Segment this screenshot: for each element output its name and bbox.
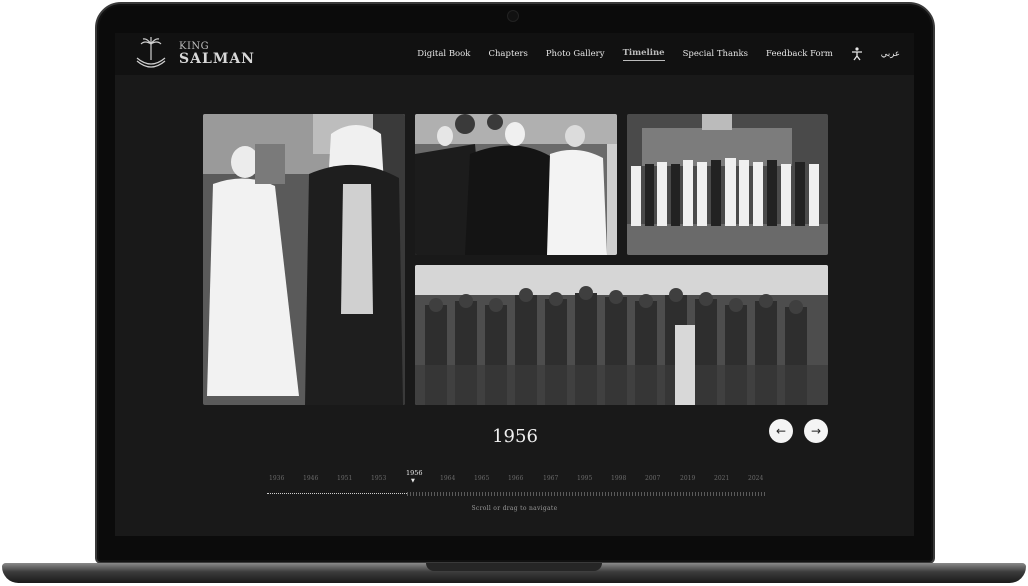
timeline-year-1967[interactable]: 1967 bbox=[543, 475, 558, 482]
timeline-year-1953[interactable]: 1953 bbox=[371, 475, 386, 482]
timeline-year-2007[interactable]: 2007 bbox=[645, 475, 660, 482]
gallery-photo-3[interactable] bbox=[627, 114, 828, 255]
photo-image bbox=[627, 114, 828, 255]
main-nav: Digital Book Chapters Photo Gallery Time… bbox=[417, 33, 900, 75]
timeline-year-2019[interactable]: 2019 bbox=[680, 475, 695, 482]
palm-swords-emblem-icon bbox=[136, 37, 166, 68]
site-logo[interactable]: KING SALMAN bbox=[131, 36, 255, 72]
logo-line-salman: SALMAN bbox=[179, 51, 255, 67]
timeline-year-1964[interactable]: 1964 bbox=[440, 475, 455, 482]
laptop-notch bbox=[426, 563, 602, 571]
timeline-hint: Scroll or drag to navigate bbox=[471, 505, 558, 512]
camera-icon bbox=[507, 10, 519, 22]
previous-button[interactable]: ← bbox=[769, 419, 793, 443]
timeline-year-1936[interactable]: 1936 bbox=[269, 475, 284, 482]
gallery-photo-1[interactable] bbox=[203, 114, 405, 405]
timeline-year-1995[interactable]: 1995 bbox=[577, 475, 592, 482]
timeline-year-1966[interactable]: 1966 bbox=[508, 475, 523, 482]
timeline-progress bbox=[267, 493, 407, 494]
language-toggle[interactable]: عربي bbox=[881, 49, 900, 59]
gallery-photo-4[interactable] bbox=[415, 265, 828, 405]
timeline-scrubber[interactable] bbox=[267, 492, 767, 496]
photo-image bbox=[203, 114, 405, 405]
arrow-right-icon: → bbox=[810, 424, 822, 438]
timeline-year-1965[interactable]: 1965 bbox=[474, 475, 489, 482]
photo-image bbox=[415, 265, 828, 405]
nav-photo-gallery[interactable]: Photo Gallery bbox=[546, 49, 605, 59]
nav-feedback-form[interactable]: Feedback Form bbox=[766, 49, 833, 59]
nav-timeline[interactable]: Timeline bbox=[622, 48, 665, 61]
timeline-year-1946[interactable]: 1946 bbox=[303, 475, 318, 482]
screen: KING SALMAN Digital Book Chapters Photo … bbox=[115, 33, 914, 536]
timeline-year-1951[interactable]: 1951 bbox=[337, 475, 352, 482]
timeline-year-1998[interactable]: 1998 bbox=[611, 475, 626, 482]
timeline-ticks bbox=[407, 492, 767, 496]
nav-chapters[interactable]: Chapters bbox=[488, 49, 527, 59]
timeline-year-2024[interactable]: 2024 bbox=[748, 475, 763, 482]
photo-image bbox=[415, 114, 617, 255]
arrow-left-icon: ← bbox=[775, 424, 787, 438]
timeline-year-list: 1936 1946 1951 1953 1964 1965 1966 1967 … bbox=[115, 475, 914, 487]
site-header: KING SALMAN Digital Book Chapters Photo … bbox=[115, 33, 914, 75]
gallery-photo-2[interactable] bbox=[415, 114, 617, 255]
accessibility-icon[interactable] bbox=[851, 47, 863, 61]
next-button[interactable]: → bbox=[804, 419, 828, 443]
gallery-year-heading: 1956 bbox=[492, 426, 538, 447]
nav-digital-book[interactable]: Digital Book bbox=[417, 49, 470, 59]
nav-special-thanks[interactable]: Special Thanks bbox=[683, 49, 748, 59]
timeline-year-2021[interactable]: 2021 bbox=[714, 475, 729, 482]
